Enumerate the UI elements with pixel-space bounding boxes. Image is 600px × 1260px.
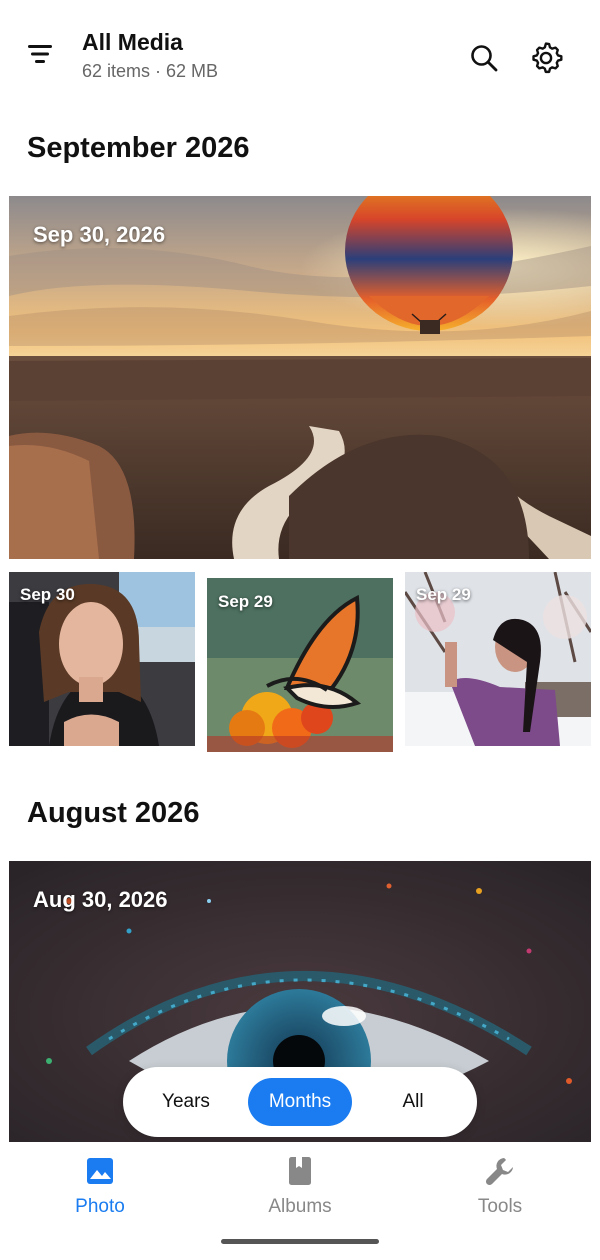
hero-date-label: Sep 30, 2026 xyxy=(33,222,166,247)
book-icon xyxy=(283,1154,317,1188)
balloon-canyon-image xyxy=(9,196,591,559)
image-icon xyxy=(83,1154,117,1188)
nav-tools[interactable]: Tools xyxy=(430,1154,570,1224)
wrench-icon xyxy=(483,1154,517,1188)
thumbnail-selfie[interactable]: Sep 30 xyxy=(9,572,195,746)
home-indicator xyxy=(221,1239,379,1244)
hero-photo-balloon[interactable]: Sep 30, 2026 xyxy=(9,196,591,559)
settings-button[interactable] xyxy=(526,38,566,78)
page-title: All Media xyxy=(82,29,183,55)
filter-icon xyxy=(28,45,52,63)
section-title-august: August 2026 xyxy=(27,797,200,829)
bottom-navigation: Photo Albums Tools xyxy=(0,1142,600,1260)
gear-icon xyxy=(532,42,563,74)
nav-albums[interactable]: Albums xyxy=(230,1154,370,1224)
toggle-months[interactable]: Months xyxy=(248,1078,352,1126)
toggle-all[interactable]: All xyxy=(373,1078,453,1126)
hero-date-label: Aug 30, 2026 xyxy=(33,887,168,912)
thumbnail-winter-portrait[interactable]: Sep 29 xyxy=(405,572,591,746)
nav-albums-label: Albums xyxy=(268,1196,332,1217)
toggle-years[interactable]: Years xyxy=(141,1078,231,1126)
thumbnail-date-label: Sep 29 xyxy=(218,592,273,611)
thumbnail-date-label: Sep 29 xyxy=(416,585,471,604)
filter-menu-button[interactable] xyxy=(22,38,58,70)
section-title-september: September 2026 xyxy=(27,132,250,164)
app-header: All Media 62 items · 62 MB xyxy=(0,0,600,110)
nav-photo[interactable]: Photo xyxy=(30,1154,170,1224)
media-summary: 62 items · 62 MB xyxy=(82,61,219,81)
nav-tools-label: Tools xyxy=(477,1196,523,1217)
view-mode-toggle: Years Months All xyxy=(123,1067,477,1137)
search-icon xyxy=(471,45,498,72)
thumbnail-date-label: Sep 30 xyxy=(20,585,75,604)
search-button[interactable] xyxy=(464,38,504,78)
nav-photo-label: Photo xyxy=(75,1196,125,1217)
thumbnail-butterfly[interactable]: Sep 29 xyxy=(207,578,393,752)
